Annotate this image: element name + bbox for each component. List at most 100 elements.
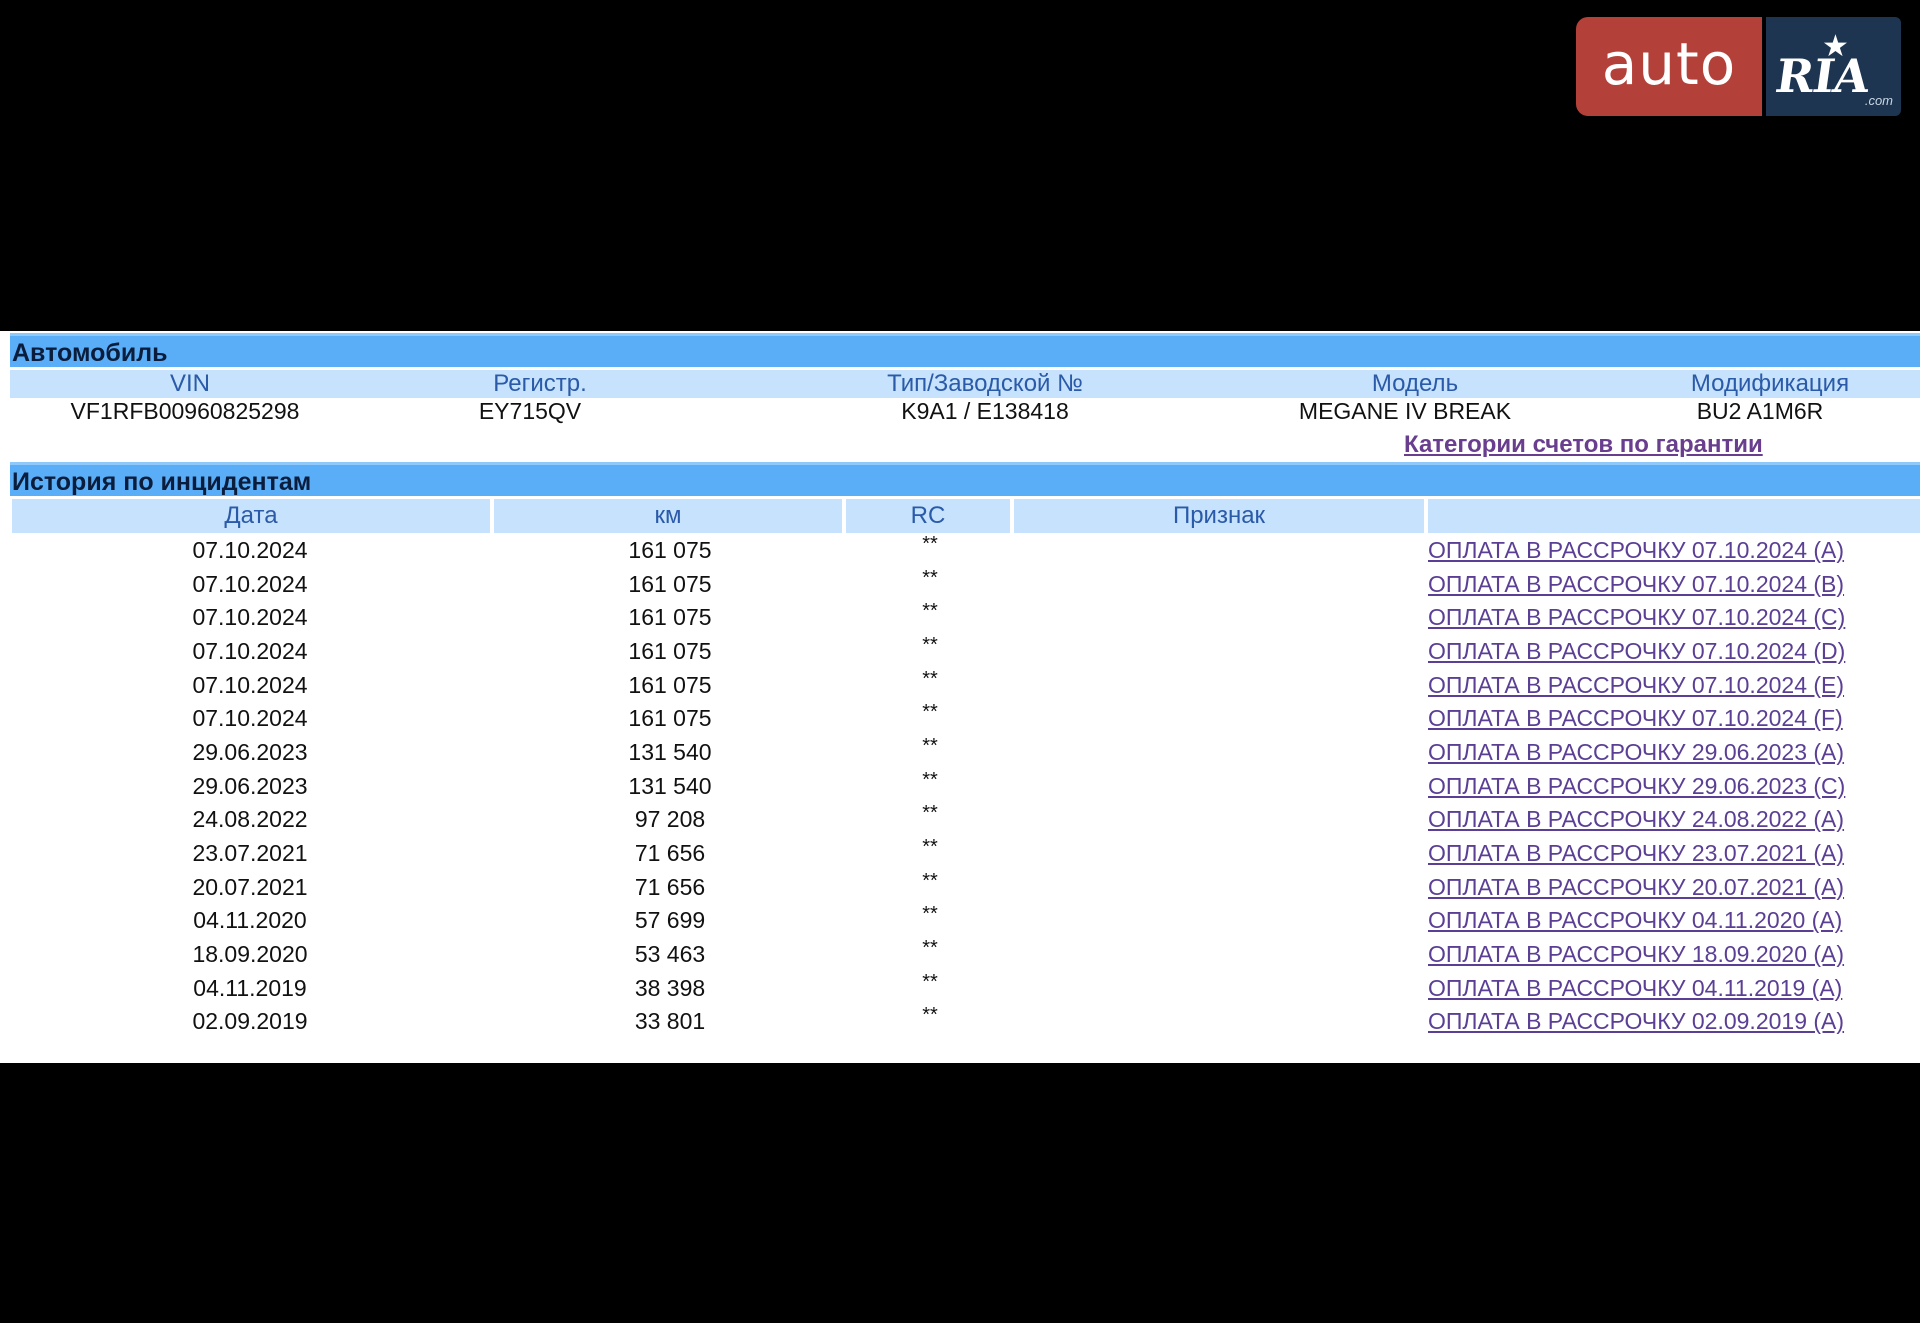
table-row: 29.06.2023 131 540 ** ОПЛАТА В РАССРОЧКУ 29… [0,735,1920,772]
row-rc: ** [922,1004,938,1027]
vin-header: VIN [169,370,210,397]
row-date: 18.09.2020 [192,941,308,968]
row-rc: ** [922,701,938,724]
history-section-title: История по инцидентам [10,462,1920,496]
vehicle-section-title: Автомобиль [10,333,1920,367]
row-km: 33 801 [634,1008,706,1035]
table-row: 29.06.2023 131 540 ** ОПЛАТА В РАССРОЧКУ 29… [0,769,1920,806]
table-row: 04.11.2019 38 398 ** ОПЛАТА В РАССРОЧКУ 04.… [0,971,1920,1008]
row-payment-link[interactable]: ОПЛАТА В РАССРОЧКУ 23.07.2021 (A) [1428,840,1844,867]
sign-header: Признак [1014,499,1424,533]
row-date: 07.10.2024 [192,638,308,664]
table-row: 18.09.2020 53 463 ** ОПЛАТА В РАССРОЧКУ 18.… [0,937,1920,974]
table-row: 20.07.2021 71 656 ** ОПЛАТА В РАССРОЧКУ 20.… [0,870,1920,907]
row-date: 23.07.2021 [192,840,308,867]
row-rc: ** [922,937,938,960]
table-row: 07.10.2024 161 075 ** ОПЛАТА В РАССРОЧКУ 07… [0,634,1920,671]
row-date: 29.06.2023 [192,739,308,766]
row-km: 131 540 [628,772,712,799]
row-km: 161 075 [628,671,712,698]
table-row: 07.10.2024 161 075 ** ОПЛАТА В РАССРОЧКУ 07… [0,668,1920,705]
logo-ria-block: ★ RIA .com [1766,17,1901,116]
logo-ria-text: RIA [1772,49,1873,103]
row-payment-link[interactable]: ОПЛАТА В РАССРОЧКУ 24.08.2022 (A) [1428,806,1844,833]
row-payment-link[interactable]: ОПЛАТА В РАССРОЧКУ 07.10.2024 (D) [1428,638,1845,665]
row-km: 97 208 [634,806,706,833]
registration-header: Регистр. [493,370,587,397]
row-rc: ** [922,903,938,926]
row-date: 20.07.2021 [192,873,308,900]
history-header-row: Дата км RC Признак [0,499,1920,533]
table-row: 07.10.2024 161 075 ** ОПЛАТА В РАССРОЧКУ 07… [0,600,1920,637]
row-km: 38 398 [634,974,706,1001]
row-rc: ** [922,600,938,623]
row-date: 04.11.2019 [193,974,307,1001]
row-date: 24.08.2022 [192,806,308,833]
row-payment-link[interactable]: ОПЛАТА В РАССРОЧКУ 07.10.2024 (F) [1428,705,1843,732]
table-row: 23.07.2021 71 656 ** ОПЛАТА В РАССРОЧКУ 23.… [0,836,1920,873]
table-row: 04.11.2020 57 699 ** ОПЛАТА В РАССРОЧКУ 04.… [0,903,1920,940]
table-row: 07.10.2024 161 075 ** ОПЛАТА В РАССРОЧКУ 07… [0,701,1920,738]
modification-header: Модификация [1690,370,1850,397]
report-document: Автомобиль VIN Регистр. Тип/Заводской № … [0,331,1920,1063]
row-km: 161 075 [628,570,712,597]
row-payment-link[interactable]: ОПЛАТА В РАССРОЧКУ 07.10.2024 (B) [1428,571,1844,598]
row-date: 07.10.2024 [192,537,308,563]
model-header: Модель [1371,370,1459,397]
date-header: Дата [12,499,490,533]
row-km: 53 463 [634,941,706,968]
row-payment-link[interactable]: ОПЛАТА В РАССРОЧКУ 18.09.2020 (A) [1428,941,1844,968]
row-payment-link[interactable]: ОПЛАТА В РАССРОЧКУ 02.09.2019 (A) [1428,1008,1844,1035]
row-payment-link[interactable]: ОПЛАТА В РАССРОЧКУ 07.10.2024 (A) [1428,537,1844,564]
row-date: 07.10.2024 [192,705,308,732]
table-row: 24.08.2022 97 208 ** ОПЛАТА В РАССРОЧКУ 24.… [0,802,1920,839]
modification-value: BU2 A1M6R [1696,398,1824,424]
row-km: 161 075 [628,604,712,631]
row-rc: ** [922,735,938,758]
autoria-logo: auto ★ RIA .com [1576,17,1901,116]
row-payment-link[interactable]: ОПЛАТА В РАССРОЧКУ 07.10.2024 (C) [1428,604,1845,631]
row-payment-link[interactable]: ОПЛАТА В РАССРОЧКУ 07.10.2024 (E) [1428,672,1844,699]
row-rc: ** [922,566,938,589]
row-date: 07.10.2024 [192,604,308,631]
row-date: 29.06.2023 [192,772,308,799]
row-rc: ** [922,634,938,656]
km-header: км [494,499,842,533]
row-date: 04.11.2020 [193,907,307,934]
row-km: 57 699 [634,907,706,934]
row-date: 07.10.2024 [192,671,308,698]
link-header [1428,499,1920,533]
row-km: 161 075 [628,638,712,664]
type-serial-header: Тип/Заводской № [887,370,1083,397]
type-serial-value: K9A1 / E138418 [901,398,1069,424]
registration-value: EY715QV [478,398,582,424]
row-payment-link[interactable]: ОПЛАТА В РАССРОЧКУ 20.07.2021 (A) [1428,874,1844,901]
table-row: 07.10.2024 161 075 ** ОПЛАТА В РАССРОЧКУ 07… [0,533,1920,570]
row-payment-link[interactable]: ОПЛАТА В РАССРОЧКУ 04.11.2019 (A) [1428,975,1842,1002]
row-km: 161 075 [628,537,712,563]
logo-com-text: .com [1864,93,1893,108]
row-rc: ** [922,802,938,825]
warranty-categories-link[interactable]: Категории счетов по гарантии [1404,431,1763,459]
row-payment-link[interactable]: ОПЛАТА В РАССРОЧКУ 29.06.2023 (A) [1428,739,1844,766]
row-rc: ** [922,970,938,993]
logo-auto-text: auto [1576,17,1762,116]
row-date: 07.10.2024 [192,570,308,597]
row-rc: ** [922,768,938,791]
row-km: 161 075 [628,705,712,732]
row-date: 02.09.2019 [192,1008,308,1035]
vin-value: VF1RFB00960825298 [70,398,300,424]
model-value: MEGANE IV BREAK [1298,398,1512,424]
row-rc: ** [922,836,938,859]
rc-header: RC [846,499,1010,533]
row-rc: ** [922,869,938,892]
table-row: 02.09.2019 33 801 ** ОПЛАТА В РАССРОЧКУ 02.… [0,1004,1920,1041]
row-payment-link[interactable]: ОПЛАТА В РАССРОЧКУ 04.11.2020 (A) [1428,907,1842,934]
row-rc: ** [922,667,938,690]
vehicle-header-row: VIN Регистр. Тип/Заводской № Модель Моди… [10,370,1920,398]
row-payment-link[interactable]: ОПЛАТА В РАССРОЧКУ 29.06.2023 (C) [1428,773,1845,800]
row-km: 71 656 [634,873,706,900]
row-rc: ** [922,533,938,555]
table-row: 07.10.2024 161 075 ** ОПЛАТА В РАССРОЧКУ 07… [0,567,1920,604]
row-km: 71 656 [634,840,706,867]
